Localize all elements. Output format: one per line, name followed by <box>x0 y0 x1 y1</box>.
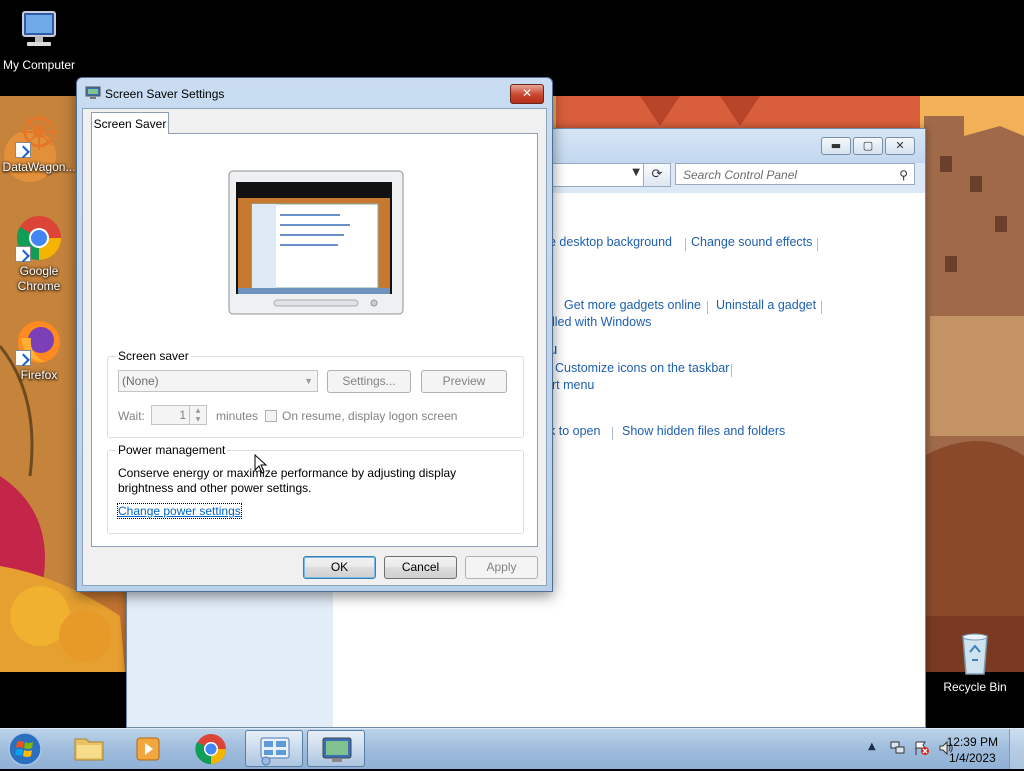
wait-label: Wait: <box>118 409 145 423</box>
start-button[interactable] <box>4 731 46 767</box>
settings-button[interactable]: Settings... <box>327 370 411 393</box>
screen-saver-icon <box>322 737 352 762</box>
shortcut-arrow-icon <box>15 350 31 366</box>
firefox-icon <box>15 318 63 366</box>
link-click-to-open[interactable]: k to open <box>549 424 600 438</box>
show-desktop-button[interactable] <box>1009 729 1024 769</box>
link-separator <box>731 364 732 377</box>
desktop-icon-recycle-bin[interactable]: Recycle Bin <box>936 630 1014 695</box>
recycle-bin-icon <box>951 630 999 678</box>
cancel-button[interactable]: Cancel <box>384 556 457 579</box>
link-separator <box>612 427 613 440</box>
power-management-group: Power management Conserve energy or maxi… <box>107 443 524 534</box>
link-customize-taskbar-icons[interactable]: Customize icons on the taskbar <box>555 361 729 375</box>
desktop-icon-datawagon[interactable]: DataWagon... <box>0 110 78 175</box>
link-change-sound-effects[interactable]: Change sound effects <box>691 235 812 249</box>
monitor-preview <box>228 170 404 315</box>
change-power-settings-link[interactable]: Change power settings <box>117 503 242 519</box>
tab-panel: Screen saver (None) ▼ Settings... Previe… <box>91 133 538 547</box>
desktop-icon-label: Recycle Bin <box>943 680 1007 694</box>
taskbar-media-player-button[interactable] <box>120 730 178 767</box>
link-show-hidden-files[interactable]: Show hidden files and folders <box>622 424 785 438</box>
taskbar-chrome-button[interactable] <box>182 730 240 767</box>
apply-button[interactable]: Apply <box>465 556 538 579</box>
datawagon-icon <box>15 110 63 158</box>
screen-saver-select[interactable]: (None) ▼ <box>118 370 318 392</box>
link-separator <box>817 238 818 251</box>
refresh-button[interactable]: ⟳ <box>643 163 671 187</box>
resume-logon-checkbox[interactable] <box>265 410 277 422</box>
window-caption-buttons: ▬ ▢ ✕ <box>821 137 915 155</box>
control-panel-icon <box>260 737 290 766</box>
link-separator <box>685 238 686 251</box>
taskbar-explorer-button[interactable] <box>60 730 118 767</box>
dialog-body: Screen Saver Screen saver (None) ▼ Setti… <box>82 108 547 586</box>
chrome-icon <box>195 734 226 765</box>
preview-button[interactable]: Preview <box>421 370 507 393</box>
link-get-more-gadgets[interactable]: Get more gadgets online <box>564 298 701 312</box>
wait-value: 1 <box>179 408 186 422</box>
link-separator <box>821 301 822 314</box>
clock-date: 1/4/2023 <box>948 751 996 765</box>
media-player-icon <box>136 737 160 761</box>
link-installed-with-windows[interactable]: lled with Windows <box>552 315 651 329</box>
chevron-down-icon[interactable]: ▼ <box>632 167 640 178</box>
resume-logon-label: On resume, display logon screen <box>282 409 458 423</box>
network-icon[interactable] <box>890 740 906 756</box>
desktop-icon-my-computer[interactable]: My Computer <box>0 8 78 73</box>
tab-screen-saver[interactable]: Screen Saver <box>91 112 169 134</box>
minimize-button[interactable]: ▬ <box>821 137 851 155</box>
computer-icon <box>15 8 63 56</box>
chevron-down-icon: ▼ <box>304 376 313 386</box>
close-button[interactable]: ✕ <box>510 84 544 104</box>
group-legend: Power management <box>116 443 228 457</box>
search-placeholder: Search Control Panel <box>683 168 798 182</box>
screen-saver-icon <box>85 86 101 99</box>
selected-value: (None) <box>122 374 159 388</box>
power-description-line1: Conserve energy or maximize performance … <box>118 466 457 480</box>
system-tray: ▲ 12:39 PM 1/4/2023 <box>824 729 1024 769</box>
desktop-icon-label: Google Chrome <box>17 264 61 293</box>
search-input[interactable]: Search Control Panel ⚲ <box>675 163 915 185</box>
screen-saver-dialog[interactable]: Screen Saver Settings ✕ Screen Saver Scr… <box>76 77 553 592</box>
maximize-button[interactable]: ▢ <box>853 137 883 155</box>
clock-time: 12:39 PM <box>946 735 998 749</box>
folder-icon <box>74 738 104 761</box>
ok-button[interactable]: OK <box>303 556 376 579</box>
desktop-icon-label: My Computer <box>2 58 76 72</box>
wait-minutes-spinner[interactable]: 1 ▲ ▼ <box>151 405 207 425</box>
link-uninstall-gadget[interactable]: Uninstall a gadget <box>716 298 816 312</box>
taskbar: ▲ 12:39 PM 1/4/2023 <box>0 728 1024 769</box>
close-button[interactable]: ✕ <box>885 137 915 155</box>
group-legend: Screen saver <box>116 349 191 363</box>
desktop-icon-label: DataWagon... <box>2 160 76 174</box>
dialog-title: Screen Saver Settings <box>105 87 225 101</box>
shortcut-arrow-icon <box>15 142 31 158</box>
taskbar-control-panel-button[interactable] <box>245 730 303 767</box>
mouse-cursor-icon <box>254 454 268 474</box>
clock[interactable]: 12:39 PM 1/4/2023 <box>947 734 998 766</box>
action-center-flag-icon[interactable] <box>914 740 930 756</box>
chrome-icon <box>15 214 63 262</box>
power-description-line2: brightness and other power settings. <box>118 481 312 495</box>
show-hidden-icons-icon[interactable]: ▲ <box>868 741 876 752</box>
link-separator <box>707 301 708 314</box>
spinner-arrows-icon[interactable]: ▲ ▼ <box>189 406 206 424</box>
shortcut-arrow-icon <box>15 246 31 262</box>
screen-saver-group: Screen saver (None) ▼ Settings... Previe… <box>107 349 524 438</box>
link-start-menu[interactable]: rt menu <box>552 378 594 392</box>
minutes-label: minutes <box>216 409 259 423</box>
link-desktop-background[interactable]: e desktop background <box>549 235 672 249</box>
desktop-icon-google-chrome[interactable]: Google Chrome <box>0 214 78 294</box>
desktop-icon-firefox[interactable]: Firefox <box>0 318 78 383</box>
taskbar-screen-saver-button[interactable] <box>307 730 365 767</box>
desktop-icon-label: Firefox <box>20 368 58 382</box>
search-icon[interactable]: ⚲ <box>899 164 908 186</box>
